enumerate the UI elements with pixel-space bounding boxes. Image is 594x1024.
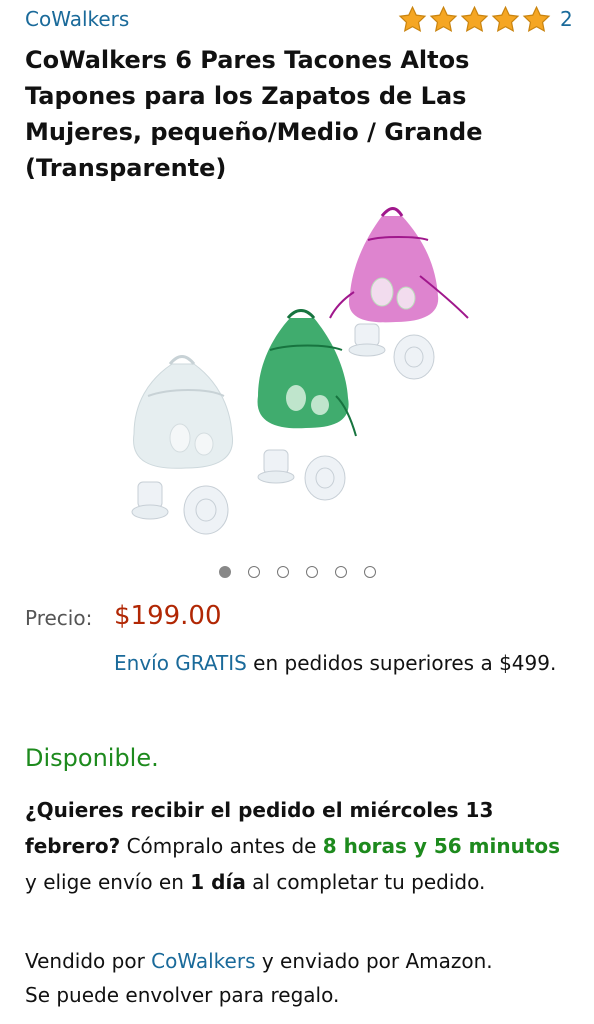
seller-link[interactable]: CoWalkers <box>151 949 255 973</box>
delivery-countdown: 8 horas y 56 minutos <box>322 834 561 858</box>
seller-info: Vendido por CoWalkers y enviado por Amaz… <box>25 944 585 1012</box>
carousel-dot[interactable] <box>218 566 231 578</box>
delivery-speed: 1 día <box>190 870 246 894</box>
shipping-text: en pedidos superiores a $499. <box>246 651 557 675</box>
delivery-text-before: Cómpralo antes de <box>120 834 323 858</box>
heel-cap-image <box>257 449 346 501</box>
product-title: CoWalkers 6 Pares Tacones Altos Tapones … <box>25 46 483 182</box>
availability-status: Disponible. <box>25 744 159 772</box>
star-icon <box>429 5 458 32</box>
seller-suffix: y enviado por Amazon. <box>255 949 493 973</box>
carousel-dot[interactable] <box>363 566 376 578</box>
pink-bag-image <box>329 207 469 323</box>
free-shipping-link[interactable]: Envío GRATIS <box>114 651 247 675</box>
delivery-text-middle: y elige envío en <box>25 870 191 894</box>
white-bag-image <box>133 355 234 469</box>
brand-link[interactable]: CoWalkers <box>25 7 129 31</box>
seller-prefix: Vendido por <box>25 949 152 973</box>
rating[interactable]: 2 <box>398 4 573 34</box>
delivery-info: ¿Quieres recibir el pedido el miércoles … <box>25 792 570 900</box>
star-icon <box>491 5 520 32</box>
rating-count[interactable]: 2 <box>560 7 573 31</box>
product-image[interactable] <box>120 200 480 550</box>
star-icon <box>522 5 551 32</box>
star-rating <box>398 5 551 34</box>
carousel-dot[interactable] <box>247 566 260 578</box>
carousel-dot[interactable] <box>276 566 289 578</box>
heel-cap-image <box>131 481 229 535</box>
price-label: Precio: <box>25 606 93 630</box>
heel-cap-image <box>348 323 435 380</box>
delivery-text-after: al completar tu pedido. <box>245 870 486 894</box>
carousel-indicator <box>0 566 594 578</box>
star-icon <box>398 5 427 32</box>
gift-wrap-note: Se puede envolver para regalo. <box>25 983 340 1007</box>
star-icon <box>460 5 489 32</box>
price-value: $199.00 <box>114 601 222 631</box>
shipping-info: Envío GRATIS en pedidos superiores a $49… <box>114 646 564 680</box>
carousel-dot[interactable] <box>305 566 318 578</box>
carousel-dot[interactable] <box>334 566 347 578</box>
green-bag-image <box>257 309 357 437</box>
